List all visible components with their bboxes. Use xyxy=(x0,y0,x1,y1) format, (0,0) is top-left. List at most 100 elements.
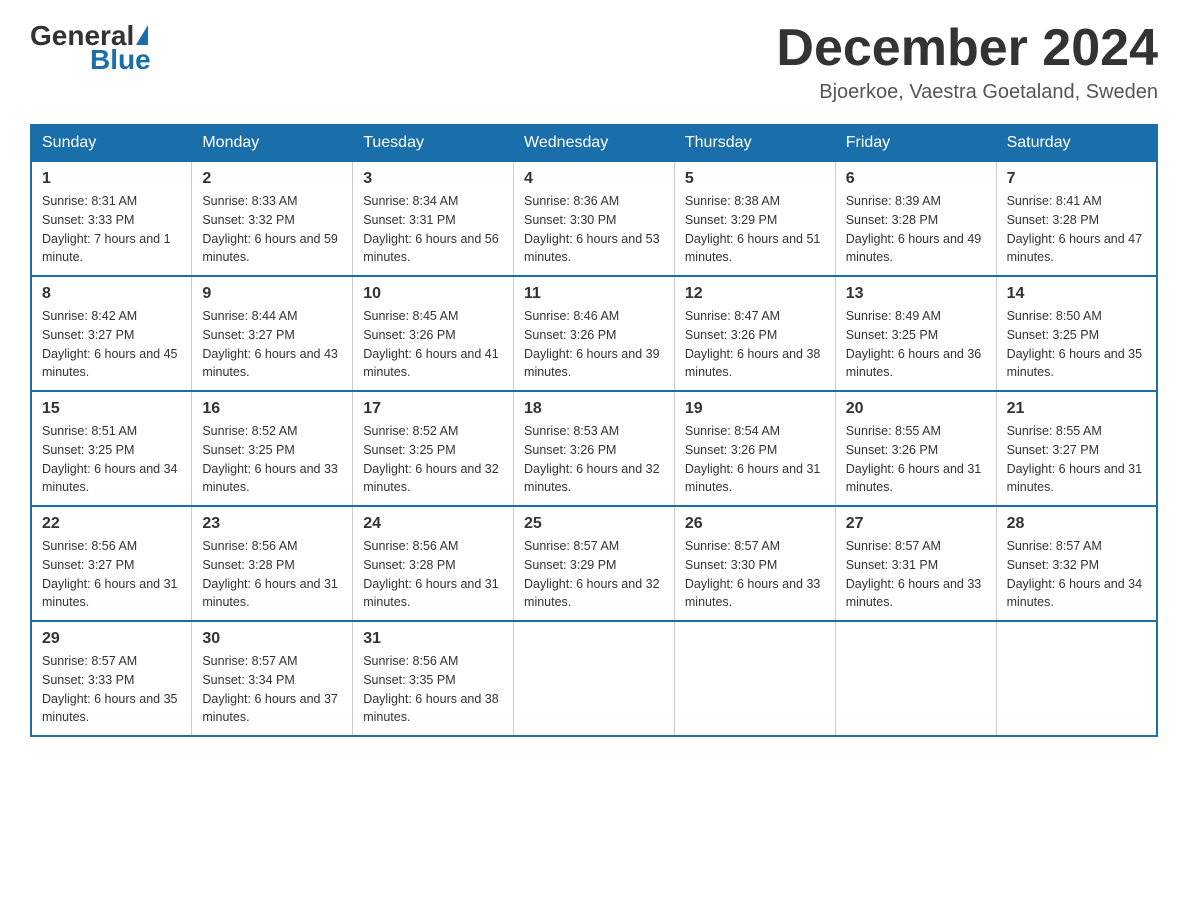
calendar-day-25: 25 Sunrise: 8:57 AMSunset: 3:29 PMDayligh… xyxy=(514,506,675,621)
calendar-week-row-4: 22 Sunrise: 8:56 AMSunset: 3:27 PMDayligh… xyxy=(31,506,1157,621)
day-number: 12 xyxy=(685,285,825,303)
day-info: Sunrise: 8:57 AMSunset: 3:34 PMDaylight:… xyxy=(202,652,342,727)
calendar-day-1: 1 Sunrise: 8:31 AMSunset: 3:33 PMDaylight… xyxy=(31,161,192,276)
empty-cell xyxy=(996,621,1157,736)
calendar-day-22: 22 Sunrise: 8:56 AMSunset: 3:27 PMDayligh… xyxy=(31,506,192,621)
day-number: 30 xyxy=(202,630,342,648)
day-number: 15 xyxy=(42,400,181,418)
col-friday: Friday xyxy=(835,125,996,161)
calendar-day-19: 19Sunrise: 8:54 AMSunset: 3:26 PMDayligh… xyxy=(674,391,835,506)
day-number: 3 xyxy=(363,170,503,188)
title-area: December 2024 Bjoerkoe, Vaestra Goetalan… xyxy=(776,20,1158,104)
empty-cell xyxy=(835,621,996,736)
day-info: Sunrise: 8:36 AMSunset: 3:30 PMDaylight:… xyxy=(524,192,664,267)
day-info: Sunrise: 8:34 AMSunset: 3:31 PMDaylight:… xyxy=(363,192,503,267)
day-number: 16 xyxy=(202,400,342,418)
day-number: 23 xyxy=(202,515,342,533)
day-info: Sunrise: 8:45 AMSunset: 3:26 PMDaylight:… xyxy=(363,307,503,382)
day-number: 10 xyxy=(363,285,503,303)
day-number: 25 xyxy=(524,515,664,533)
page-header: General Blue December 2024 Bjoerkoe, Vae… xyxy=(30,20,1158,104)
calendar-day-17: 17Sunrise: 8:52 AMSunset: 3:25 PMDayligh… xyxy=(353,391,514,506)
day-number: 18 xyxy=(524,400,664,418)
day-info: Sunrise: 8:57 AMSunset: 3:33 PMDaylight:… xyxy=(42,652,181,727)
day-info: Sunrise: 8:56 AMSunset: 3:28 PMDaylight:… xyxy=(363,537,503,612)
calendar-week-row-5: 29 Sunrise: 8:57 AMSunset: 3:33 PMDayligh… xyxy=(31,621,1157,736)
day-number: 1 xyxy=(42,170,181,188)
day-number: 6 xyxy=(846,170,986,188)
logo: General Blue xyxy=(30,20,151,76)
col-saturday: Saturday xyxy=(996,125,1157,161)
calendar-day-30: 30 Sunrise: 8:57 AMSunset: 3:34 PMDayligh… xyxy=(192,621,353,736)
day-info: Sunrise: 8:56 AMSunset: 3:35 PMDaylight:… xyxy=(363,652,503,727)
col-thursday: Thursday xyxy=(674,125,835,161)
day-info: Sunrise: 8:31 AMSunset: 3:33 PMDaylight:… xyxy=(42,192,181,267)
day-info: Sunrise: 8:42 AMSunset: 3:27 PMDaylight:… xyxy=(42,307,181,382)
calendar-day-24: 24 Sunrise: 8:56 AMSunset: 3:28 PMDayligh… xyxy=(353,506,514,621)
day-number: 14 xyxy=(1007,285,1146,303)
calendar-day-31: 31Sunrise: 8:56 AMSunset: 3:35 PMDayligh… xyxy=(353,621,514,736)
calendar-day-12: 12 Sunrise: 8:47 AMSunset: 3:26 PMDayligh… xyxy=(674,276,835,391)
day-number: 7 xyxy=(1007,170,1146,188)
calendar-day-7: 7 Sunrise: 8:41 AMSunset: 3:28 PMDaylight… xyxy=(996,161,1157,276)
logo-triangle-icon xyxy=(136,25,148,45)
day-number: 24 xyxy=(363,515,503,533)
day-info: Sunrise: 8:38 AMSunset: 3:29 PMDaylight:… xyxy=(685,192,825,267)
calendar-day-28: 28 Sunrise: 8:57 AMSunset: 3:32 PMDayligh… xyxy=(996,506,1157,621)
calendar-day-14: 14Sunrise: 8:50 AMSunset: 3:25 PMDayligh… xyxy=(996,276,1157,391)
col-monday: Monday xyxy=(192,125,353,161)
day-info: Sunrise: 8:57 AMSunset: 3:29 PMDaylight:… xyxy=(524,537,664,612)
day-info: Sunrise: 8:57 AMSunset: 3:32 PMDaylight:… xyxy=(1007,537,1146,612)
day-number: 20 xyxy=(846,400,986,418)
empty-cell xyxy=(514,621,675,736)
day-number: 17 xyxy=(363,400,503,418)
calendar-day-6: 6Sunrise: 8:39 AMSunset: 3:28 PMDaylight… xyxy=(835,161,996,276)
day-number: 29 xyxy=(42,630,181,648)
location-title: Bjoerkoe, Vaestra Goetaland, Sweden xyxy=(776,81,1158,104)
calendar-day-13: 13Sunrise: 8:49 AMSunset: 3:25 PMDayligh… xyxy=(835,276,996,391)
calendar-day-29: 29 Sunrise: 8:57 AMSunset: 3:33 PMDayligh… xyxy=(31,621,192,736)
day-number: 4 xyxy=(524,170,664,188)
calendar-day-23: 23 Sunrise: 8:56 AMSunset: 3:28 PMDayligh… xyxy=(192,506,353,621)
day-info: Sunrise: 8:49 AMSunset: 3:25 PMDaylight:… xyxy=(846,307,986,382)
day-info: Sunrise: 8:41 AMSunset: 3:28 PMDaylight:… xyxy=(1007,192,1146,267)
calendar-day-11: 11Sunrise: 8:46 AMSunset: 3:26 PMDayligh… xyxy=(514,276,675,391)
calendar-day-18: 18 Sunrise: 8:53 AMSunset: 3:26 PMDayligh… xyxy=(514,391,675,506)
calendar-table: Sunday Monday Tuesday Wednesday Thursday… xyxy=(30,124,1158,737)
col-tuesday: Tuesday xyxy=(353,125,514,161)
day-number: 2 xyxy=(202,170,342,188)
calendar-day-4: 4 Sunrise: 8:36 AMSunset: 3:30 PMDaylight… xyxy=(514,161,675,276)
calendar-day-10: 10 Sunrise: 8:45 AMSunset: 3:26 PMDayligh… xyxy=(353,276,514,391)
day-info: Sunrise: 8:46 AMSunset: 3:26 PMDaylight:… xyxy=(524,307,664,382)
day-info: Sunrise: 8:56 AMSunset: 3:28 PMDaylight:… xyxy=(202,537,342,612)
col-wednesday: Wednesday xyxy=(514,125,675,161)
logo-blue-text: Blue xyxy=(90,44,151,76)
calendar-day-9: 9Sunrise: 8:44 AMSunset: 3:27 PMDaylight… xyxy=(192,276,353,391)
day-info: Sunrise: 8:53 AMSunset: 3:26 PMDaylight:… xyxy=(524,422,664,497)
day-number: 8 xyxy=(42,285,181,303)
day-number: 26 xyxy=(685,515,825,533)
calendar-week-row-1: 1 Sunrise: 8:31 AMSunset: 3:33 PMDaylight… xyxy=(31,161,1157,276)
day-info: Sunrise: 8:51 AMSunset: 3:25 PMDaylight:… xyxy=(42,422,181,497)
day-info: Sunrise: 8:33 AMSunset: 3:32 PMDaylight:… xyxy=(202,192,342,267)
day-info: Sunrise: 8:52 AMSunset: 3:25 PMDaylight:… xyxy=(202,422,342,497)
day-number: 22 xyxy=(42,515,181,533)
calendar-day-2: 2 Sunrise: 8:33 AMSunset: 3:32 PMDaylight… xyxy=(192,161,353,276)
calendar-day-27: 27Sunrise: 8:57 AMSunset: 3:31 PMDayligh… xyxy=(835,506,996,621)
day-number: 21 xyxy=(1007,400,1146,418)
day-number: 9 xyxy=(202,285,342,303)
day-info: Sunrise: 8:47 AMSunset: 3:26 PMDaylight:… xyxy=(685,307,825,382)
calendar-header-row: Sunday Monday Tuesday Wednesday Thursday… xyxy=(31,125,1157,161)
day-info: Sunrise: 8:55 AMSunset: 3:27 PMDaylight:… xyxy=(1007,422,1146,497)
day-number: 28 xyxy=(1007,515,1146,533)
day-info: Sunrise: 8:56 AMSunset: 3:27 PMDaylight:… xyxy=(42,537,181,612)
calendar-day-21: 21 Sunrise: 8:55 AMSunset: 3:27 PMDayligh… xyxy=(996,391,1157,506)
day-info: Sunrise: 8:55 AMSunset: 3:26 PMDaylight:… xyxy=(846,422,986,497)
calendar-day-16: 16 Sunrise: 8:52 AMSunset: 3:25 PMDayligh… xyxy=(192,391,353,506)
day-info: Sunrise: 8:54 AMSunset: 3:26 PMDaylight:… xyxy=(685,422,825,497)
calendar-day-3: 3 Sunrise: 8:34 AMSunset: 3:31 PMDaylight… xyxy=(353,161,514,276)
day-number: 27 xyxy=(846,515,986,533)
calendar-day-26: 26Sunrise: 8:57 AMSunset: 3:30 PMDayligh… xyxy=(674,506,835,621)
calendar-week-row-2: 8 Sunrise: 8:42 AMSunset: 3:27 PMDaylight… xyxy=(31,276,1157,391)
day-number: 5 xyxy=(685,170,825,188)
